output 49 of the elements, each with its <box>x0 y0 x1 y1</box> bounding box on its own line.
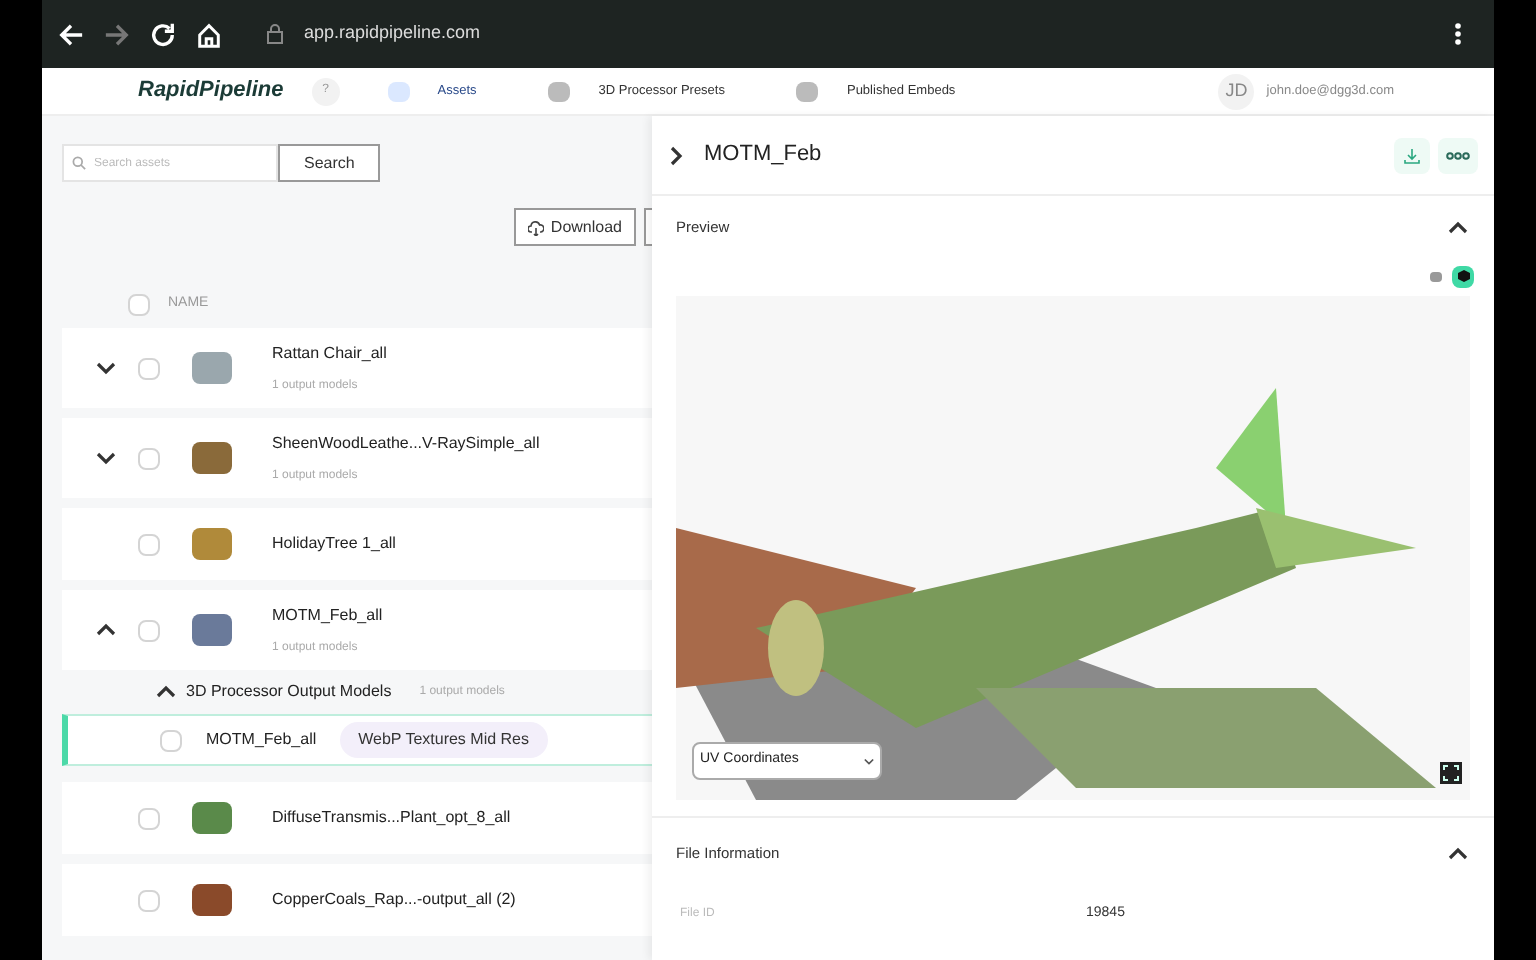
search-icon <box>72 156 86 170</box>
more-horizontal-icon <box>1446 151 1470 159</box>
cloud-download-icon <box>528 219 545 235</box>
asset-row[interactable]: DiffuseTransmis...Plant_opt_8_all <box>62 782 652 854</box>
fullscreen-icon[interactable] <box>1440 762 1462 784</box>
back-arrow-icon[interactable] <box>58 21 84 47</box>
output-model-row[interactable]: MOTM_Feb_all WebP Textures Mid Res <box>62 714 652 766</box>
group-title[interactable]: 3D Processor Output Models <box>186 680 392 704</box>
checkbox[interactable] <box>138 807 160 829</box>
checkbox[interactable] <box>138 889 160 911</box>
asset-name: DiffuseTransmis...Plant_opt_8_all <box>272 806 511 830</box>
cube-icon <box>1457 270 1469 282</box>
asset-name: MOTM_Feb_all <box>272 603 383 627</box>
forward-arrow-icon[interactable] <box>104 21 130 47</box>
preset-tag: WebP Textures Mid Res <box>340 722 547 758</box>
checkbox[interactable] <box>138 619 160 641</box>
checkbox[interactable] <box>128 294 150 316</box>
model-thumbnail <box>192 442 232 474</box>
asset-name: SheenWoodLeathe...V-RaySimple_all <box>272 431 540 455</box>
chevron-right-icon[interactable] <box>668 145 684 165</box>
chevron-down-icon <box>864 757 874 765</box>
model-thumbnail <box>192 352 232 384</box>
model-thumbnail <box>192 614 232 646</box>
logo[interactable]: RapidPipeline <box>138 74 284 108</box>
download-button[interactable]: Download <box>514 208 636 246</box>
more-vertical-icon[interactable] <box>1454 22 1462 46</box>
model-thumbnail <box>192 884 232 916</box>
asset-row[interactable]: CopperCoals_Rap...-output_all (2) <box>62 864 652 936</box>
reload-icon[interactable] <box>150 21 176 47</box>
asset-name: CopperCoals_Rap...-output_all (2) <box>272 888 516 912</box>
output-model-name: MOTM_Feb_all <box>206 728 317 752</box>
checkbox[interactable] <box>160 729 182 751</box>
download-icon <box>1404 147 1420 163</box>
asset-row[interactable]: HolidayTree 1_all <box>62 508 652 580</box>
checkbox[interactable] <box>138 447 160 469</box>
model-thumbnail <box>192 802 232 834</box>
model-thumbnail <box>192 528 232 560</box>
asset-name: HolidayTree 1_all <box>272 532 396 556</box>
search-button[interactable]: Search <box>278 144 381 182</box>
checkbox[interactable] <box>138 357 160 379</box>
url-text[interactable]: app.rapidpipeline.com <box>304 20 481 48</box>
home-icon[interactable] <box>196 21 222 47</box>
checkbox[interactable] <box>138 533 160 555</box>
detail-title: MOTM_Feb <box>704 140 822 171</box>
asset-name: Rattan Chair_all <box>272 341 387 365</box>
cube-view-button[interactable] <box>1452 265 1474 287</box>
box-icon <box>1429 271 1441 281</box>
more-button[interactable] <box>1438 137 1478 173</box>
lock-icon <box>266 24 284 44</box>
